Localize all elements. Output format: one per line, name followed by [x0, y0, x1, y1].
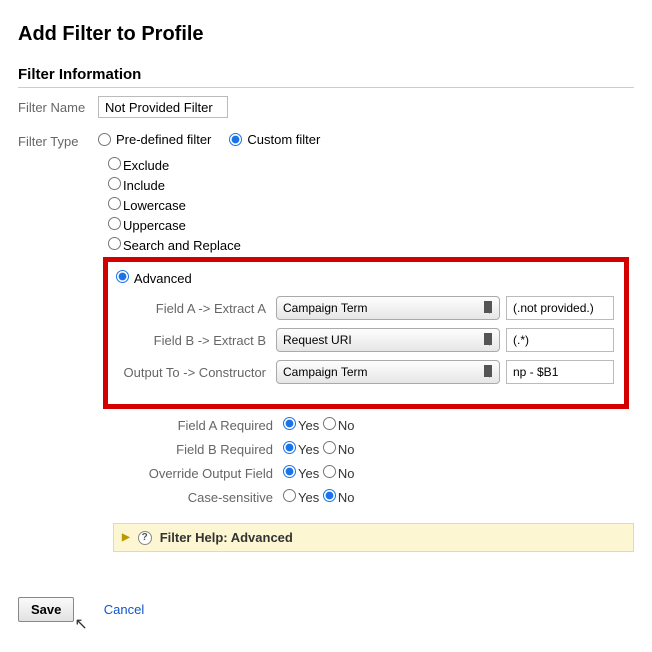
- lowercase-radio[interactable]: [108, 197, 121, 210]
- predefined-filter-option[interactable]: Pre-defined filter: [98, 132, 211, 147]
- field-a-required-no-radio[interactable]: [323, 417, 336, 430]
- filter-help-bar[interactable]: ▶ ? Filter Help: Advanced: [113, 523, 634, 552]
- uppercase-radio[interactable]: [108, 217, 121, 230]
- search-replace-option[interactable]: Search and Replace: [108, 237, 241, 253]
- uppercase-option[interactable]: Uppercase: [108, 217, 186, 233]
- page-title: Add Filter to Profile: [18, 23, 634, 46]
- no-label: No: [338, 466, 355, 481]
- field-b-required-no-radio[interactable]: [323, 441, 336, 454]
- include-radio[interactable]: [108, 177, 121, 190]
- output-select[interactable]: Campaign Term: [276, 360, 500, 384]
- field-a-required-label: Field A Required: [113, 418, 283, 433]
- no-label: No: [338, 442, 355, 457]
- yes-label: Yes: [298, 442, 319, 457]
- field-a-input[interactable]: [506, 296, 614, 320]
- advanced-radio[interactable]: [116, 270, 129, 283]
- advanced-option[interactable]: Advanced: [116, 270, 192, 286]
- override-label: Override Output Field: [113, 466, 283, 481]
- yes-label: Yes: [298, 466, 319, 481]
- advanced-label: Advanced: [134, 271, 192, 286]
- include-label: Include: [123, 178, 165, 193]
- case-no-radio[interactable]: [323, 489, 336, 502]
- predefined-filter-label: Pre-defined filter: [116, 132, 211, 147]
- yes-label: Yes: [298, 418, 319, 433]
- field-b-required-yes[interactable]: Yes: [283, 441, 319, 457]
- override-yes-radio[interactable]: [283, 465, 296, 478]
- filter-name-row: Filter Name: [18, 96, 634, 118]
- field-b-required-yes-radio[interactable]: [283, 441, 296, 454]
- exclude-option[interactable]: Exclude: [108, 157, 169, 173]
- cursor-icon: ↖: [74, 614, 87, 634]
- filter-name-label: Filter Name: [18, 100, 98, 115]
- field-b-row: Field B -> Extract B Request URI ▴▾: [116, 328, 614, 352]
- output-input[interactable]: [506, 360, 614, 384]
- field-a-label: Field A -> Extract A: [116, 301, 276, 316]
- field-a-select[interactable]: Campaign Term: [276, 296, 500, 320]
- field-b-required-no[interactable]: No: [323, 441, 355, 457]
- override-no-radio[interactable]: [323, 465, 336, 478]
- override-no[interactable]: No: [323, 465, 355, 481]
- override-yes[interactable]: Yes: [283, 465, 319, 481]
- advanced-highlight-box: Advanced Field A -> Extract A Campaign T…: [103, 257, 629, 409]
- uppercase-label: Uppercase: [123, 218, 186, 233]
- footer-actions: Save ↖ Cancel: [18, 597, 634, 622]
- custom-filter-label: Custom filter: [247, 132, 320, 147]
- lowercase-label: Lowercase: [123, 198, 186, 213]
- yes-label: Yes: [298, 490, 319, 505]
- save-button[interactable]: Save: [18, 597, 74, 622]
- custom-filter-option[interactable]: Custom filter: [229, 132, 320, 147]
- field-a-required-yes-radio[interactable]: [283, 417, 296, 430]
- field-b-input[interactable]: [506, 328, 614, 352]
- yes-no-section: Field A Required Yes No Field B Required…: [113, 417, 634, 505]
- case-yes-radio[interactable]: [283, 489, 296, 502]
- section-title: Filter Information: [18, 66, 634, 88]
- custom-filter-radio[interactable]: [229, 133, 242, 146]
- exclude-label: Exclude: [123, 158, 169, 173]
- case-no[interactable]: No: [323, 489, 355, 505]
- exclude-radio[interactable]: [108, 157, 121, 170]
- output-row: Output To -> Constructor Campaign Term ▴…: [116, 360, 614, 384]
- field-b-required-label: Field B Required: [113, 442, 283, 457]
- include-option[interactable]: Include: [108, 177, 165, 193]
- predefined-filter-radio[interactable]: [98, 133, 111, 146]
- cancel-link[interactable]: Cancel: [104, 602, 144, 617]
- custom-filter-options: Exclude Include Lowercase Uppercase Sear…: [108, 157, 634, 253]
- filter-type-row: Filter Type Pre-defined filter Custom fi…: [18, 132, 634, 149]
- filter-type-label: Filter Type: [18, 132, 98, 149]
- lowercase-option[interactable]: Lowercase: [108, 197, 186, 213]
- field-a-row: Field A -> Extract A Campaign Term ▴▾: [116, 296, 614, 320]
- field-a-required-yes[interactable]: Yes: [283, 417, 319, 433]
- field-a-required-no[interactable]: No: [323, 417, 355, 433]
- filter-name-input[interactable]: [98, 96, 228, 118]
- case-yes[interactable]: Yes: [283, 489, 319, 505]
- search-replace-label: Search and Replace: [123, 238, 241, 253]
- expand-icon: ▶: [122, 532, 130, 543]
- filter-help-label: Filter Help: Advanced: [160, 530, 293, 545]
- case-label: Case-sensitive: [113, 490, 283, 505]
- field-b-select[interactable]: Request URI: [276, 328, 500, 352]
- output-label: Output To -> Constructor: [116, 365, 276, 380]
- search-replace-radio[interactable]: [108, 237, 121, 250]
- no-label: No: [338, 490, 355, 505]
- help-icon: ?: [138, 531, 152, 545]
- field-b-label: Field B -> Extract B: [116, 333, 276, 348]
- no-label: No: [338, 418, 355, 433]
